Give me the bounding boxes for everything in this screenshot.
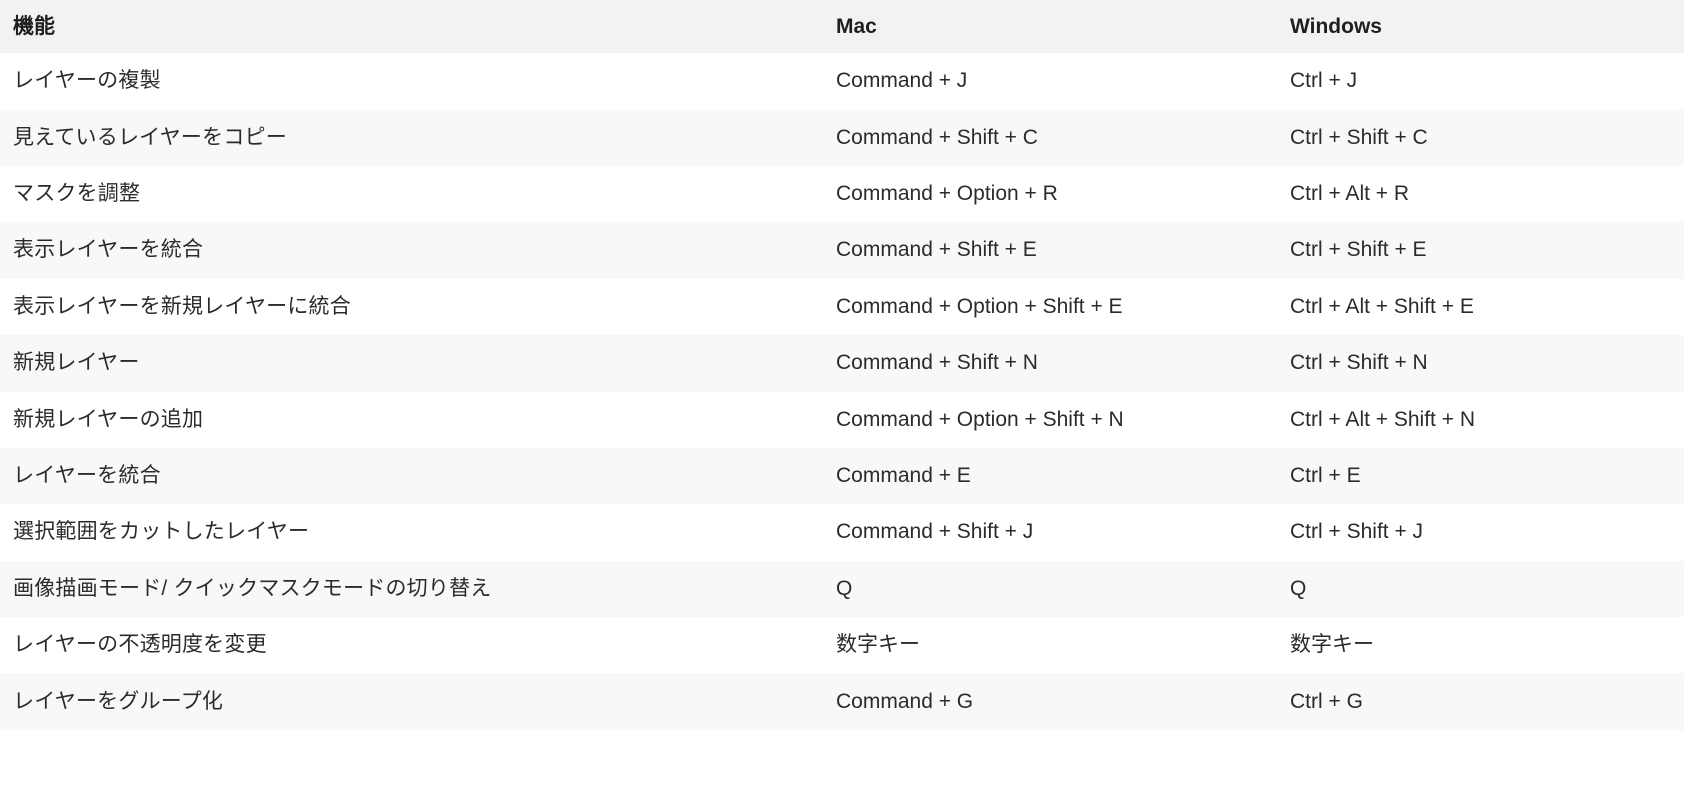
cell-windows-shortcut: Ctrl + E bbox=[1290, 463, 1361, 487]
table-header-row: 機能 Mac Windows bbox=[0, 0, 1684, 54]
table-header: 機能 Mac Windows bbox=[0, 0, 1684, 54]
column-header-mac: Mac bbox=[836, 15, 877, 38]
cell-feature: 新規レイヤー bbox=[13, 351, 140, 375]
table-row: 画像描画モード/ クイックマスクモードの切り替え Q Q bbox=[0, 560, 1684, 618]
cell-mac-shortcut: Command + Option + R bbox=[836, 181, 1058, 205]
cell-mac-shortcut: Q bbox=[836, 576, 853, 600]
cell-mac-shortcut: Command + Shift + C bbox=[836, 125, 1038, 149]
cell-windows-shortcut: Ctrl + Shift + J bbox=[1290, 520, 1424, 544]
cell-mac-shortcut: Command + Shift + N bbox=[836, 351, 1038, 375]
cell-mac-shortcut: Command + Shift + J bbox=[836, 520, 1034, 544]
cell-feature: マスクを調整 bbox=[13, 181, 141, 205]
cell-mac-shortcut: 数字キー bbox=[836, 633, 920, 657]
cell-windows-shortcut: Ctrl + Shift + N bbox=[1290, 351, 1428, 375]
table-row: レイヤーを統合 Command + E Ctrl + E bbox=[0, 447, 1684, 505]
table-row: 選択範囲をカットしたレイヤー Command + Shift + J Ctrl … bbox=[0, 504, 1684, 561]
table-row: 見えているレイヤーをコピー Command + Shift + C Ctrl +… bbox=[0, 109, 1684, 166]
keyboard-shortcuts-table: 機能 Mac Windows レイヤーの複製 Command + J Ctrl … bbox=[0, 0, 1684, 730]
cell-feature: レイヤーの不透明度を変更 bbox=[13, 633, 267, 657]
table-row: 新規レイヤーの追加 Command + Option + Shift + N C… bbox=[0, 391, 1684, 448]
cell-mac-shortcut: Command + Shift + E bbox=[836, 238, 1037, 262]
table-row: レイヤーの複製 Command + J Ctrl + J bbox=[0, 53, 1684, 110]
cell-feature: レイヤーをグループ化 bbox=[13, 689, 224, 713]
table-body: レイヤーの複製 Command + J Ctrl + J 見えているレイヤーをコ… bbox=[0, 53, 1684, 730]
cell-windows-shortcut: Ctrl + Shift + C bbox=[1290, 125, 1428, 149]
cell-feature: レイヤーを統合 bbox=[13, 463, 161, 487]
cell-feature: 表示レイヤーを新規レイヤーに統合 bbox=[13, 294, 351, 318]
cell-feature: 見えているレイヤーをコピー bbox=[13, 125, 287, 149]
table-row: レイヤーをグループ化 Command + G Ctrl + G bbox=[0, 673, 1684, 730]
cell-windows-shortcut: Ctrl + Alt + R bbox=[1290, 181, 1410, 205]
cell-windows-shortcut: Ctrl + Alt + Shift + E bbox=[1290, 294, 1474, 318]
table-row: 表示レイヤーを新規レイヤーに統合 Command + Option + Shif… bbox=[0, 278, 1684, 336]
cell-mac-shortcut: Command + E bbox=[836, 463, 971, 487]
cell-windows-shortcut: Ctrl + G bbox=[1290, 689, 1363, 713]
cell-mac-shortcut: Command + G bbox=[836, 689, 974, 713]
cell-windows-shortcut: Ctrl + Shift + E bbox=[1290, 238, 1427, 262]
cell-feature: 画像描画モード/ クイックマスクモードの切り替え bbox=[13, 576, 492, 600]
cell-feature: 表示レイヤーを統合 bbox=[13, 238, 204, 262]
table-row: マスクを調整 Command + Option + R Ctrl + Alt +… bbox=[0, 165, 1684, 223]
column-header-feature: 機能 bbox=[13, 15, 55, 38]
cell-mac-shortcut: Command + Option + Shift + E bbox=[836, 294, 1123, 318]
cell-feature: 選択範囲をカットしたレイヤー bbox=[13, 520, 310, 544]
cell-windows-shortcut: Ctrl + Alt + Shift + N bbox=[1290, 407, 1475, 431]
cell-windows-shortcut: Q bbox=[1290, 576, 1307, 600]
table-row: 新規レイヤー Command + Shift + N Ctrl + Shift … bbox=[0, 335, 1684, 392]
cell-feature: レイヤーの複製 bbox=[13, 69, 161, 93]
cell-mac-shortcut: Command + J bbox=[836, 69, 968, 93]
cell-feature: 新規レイヤーの追加 bbox=[13, 407, 204, 431]
column-header-windows: Windows bbox=[1290, 15, 1382, 38]
table-row: レイヤーの不透明度を変更 数字キー 数字キー bbox=[0, 617, 1684, 674]
cell-windows-shortcut: 数字キー bbox=[1290, 633, 1374, 657]
table-row: 表示レイヤーを統合 Command + Shift + E Ctrl + Shi… bbox=[0, 222, 1684, 279]
cell-windows-shortcut: Ctrl + J bbox=[1290, 69, 1358, 93]
cell-mac-shortcut: Command + Option + Shift + N bbox=[836, 407, 1124, 431]
